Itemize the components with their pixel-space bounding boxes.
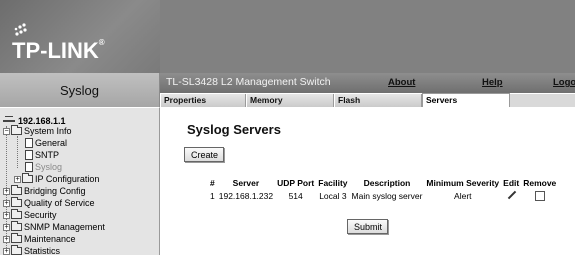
tree-item-quality-of-service[interactable]: + Quality of Service [3, 197, 95, 209]
tab-bar: Properties Memory Flash Servers [160, 93, 575, 109]
cell-udp-port: 514 [288, 191, 303, 201]
tab-properties[interactable]: Properties [160, 94, 246, 108]
tree-item-security[interactable]: + Security [3, 209, 57, 221]
expand-icon[interactable]: + [3, 224, 10, 231]
remove-checkbox[interactable] [534, 190, 545, 201]
tree-item-bridging-config[interactable]: + Bridging Config [3, 185, 86, 197]
column-header-minimum-severity: Minimum Severity [426, 178, 500, 188]
tree-item-snmp-management[interactable]: + SNMP Management [3, 221, 105, 233]
edit-pencil-icon[interactable] [507, 191, 516, 200]
folder-icon [11, 197, 22, 207]
tree-item-sntp[interactable]: SNTP [25, 150, 59, 161]
sidebar-tree: 192.168.1.1 − System Info General SNTP Sy… [0, 107, 160, 257]
tree-item-maintenance[interactable]: + Maintenance [3, 233, 76, 245]
submit-button[interactable]: Submit [347, 219, 388, 234]
cell-index: 1 [210, 191, 215, 201]
page-icon [25, 162, 33, 172]
tab-memory[interactable]: Memory [246, 94, 334, 108]
tree-item-system-info[interactable]: − System Info [3, 125, 72, 137]
expand-icon[interactable]: + [3, 188, 10, 195]
syslog-servers-table: # Server UDP Port Facility Description M… [208, 177, 558, 203]
network-icon [3, 114, 15, 122]
folder-icon [22, 173, 33, 183]
main-content: Syslog Servers Create # Server UDP Port … [160, 107, 575, 255]
tree-item-syslog[interactable]: Syslog [25, 162, 62, 173]
cell-edit [501, 189, 521, 203]
column-header-description: Description [363, 178, 411, 188]
expand-icon[interactable]: + [3, 236, 10, 243]
tree-item-statistics[interactable]: + Statistics [3, 245, 60, 257]
cell-description: Main syslog server [351, 191, 423, 201]
folder-open-icon [11, 125, 22, 135]
folder-icon [11, 221, 22, 231]
cell-facility: Local 3 [319, 191, 347, 201]
create-button[interactable]: Create [184, 147, 224, 162]
column-header-index: # [210, 178, 215, 188]
expand-icon[interactable]: + [3, 212, 10, 219]
header-banner: TP-LINK® [0, 0, 575, 73]
page-icon [25, 150, 33, 160]
cell-server: 192.168.1.232 [218, 191, 274, 201]
folder-icon [11, 245, 22, 255]
folder-icon [11, 233, 22, 243]
cell-remove [521, 189, 558, 203]
table-header-row: # Server UDP Port Facility Description M… [208, 177, 558, 189]
table-row: 1 192.168.1.232 514 Local 3 Main syslog … [208, 189, 558, 203]
page-icon [25, 138, 33, 148]
tp-link-logo-mark-icon [14, 23, 27, 36]
expand-icon[interactable]: + [3, 248, 10, 255]
tree-item-ip-configuration[interactable]: + IP Configuration [14, 173, 99, 185]
expand-icon[interactable]: + [3, 200, 10, 207]
column-header-facility: Facility [318, 178, 348, 188]
column-header-edit: Edit [503, 178, 520, 188]
column-header-remove: Remove [523, 178, 557, 188]
logo-area: TP-LINK® [0, 0, 160, 73]
page-title: Syslog [0, 73, 160, 107]
collapse-icon[interactable]: − [3, 128, 10, 135]
expand-icon[interactable]: + [14, 176, 21, 183]
tree-item-general[interactable]: General [25, 138, 67, 149]
folder-icon [11, 185, 22, 195]
cell-minimum-severity: Alert [454, 191, 472, 201]
content-heading: Syslog Servers [187, 122, 281, 137]
help-link[interactable]: Help [482, 77, 503, 88]
column-header-udp-port: UDP Port [277, 178, 315, 188]
tab-flash[interactable]: Flash [334, 94, 422, 108]
column-header-server: Server [232, 178, 260, 188]
tp-link-logo: TP-LINK® [12, 38, 105, 63]
folder-icon [11, 209, 22, 219]
logout-link[interactable]: Logou [553, 77, 575, 88]
about-link[interactable]: About [388, 77, 415, 88]
top-bar: TL-SL3428 L2 Management Switch About Hel… [160, 73, 575, 93]
switch-title: TL-SL3428 L2 Management Switch [166, 76, 331, 88]
tree-root[interactable]: 192.168.1.1 [3, 114, 66, 126]
